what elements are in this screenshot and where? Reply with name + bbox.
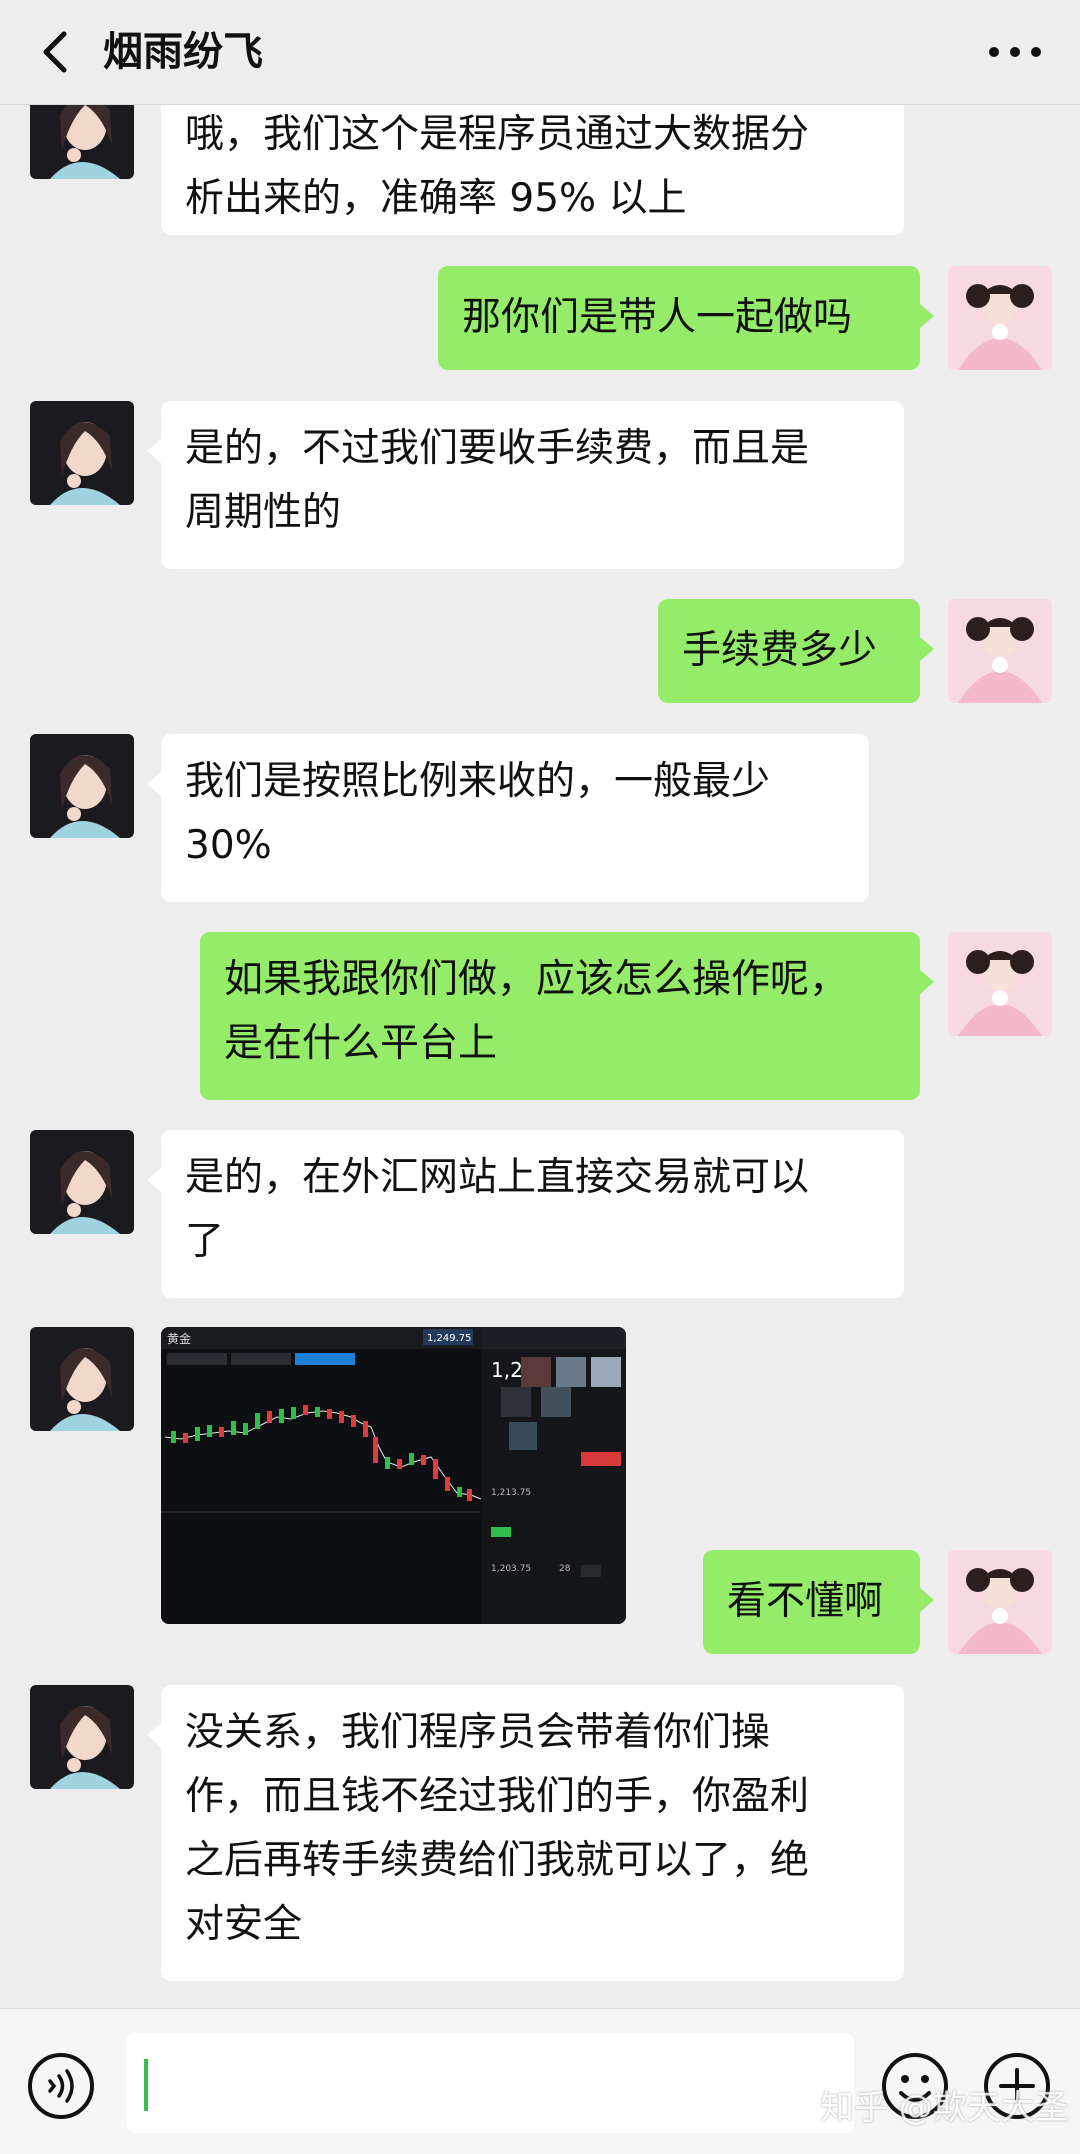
message-line: 哦，我们这个是程序员通过大数据分 — [185, 112, 810, 157]
message-line: 如果我跟你们做，应该怎么操作呢， — [224, 957, 849, 1002]
contact-avatar[interactable] — [30, 734, 134, 838]
svg-text:28: 28 — [559, 1564, 571, 1574]
svg-text:1,249.75: 1,249.75 — [427, 1333, 472, 1344]
more-dots-icon — [989, 47, 1041, 57]
message-bubble[interactable]: 如果我跟你们做，应该怎么操作呢， 是在什么平台上 — [200, 932, 934, 1100]
more-button[interactable] — [980, 22, 1050, 82]
message-line: 没关系，我们程序员会带着你们操 — [185, 1710, 771, 1755]
message-bubble[interactable]: 手续费多少 — [658, 599, 934, 703]
trading-chart-screenshot: 黄金 1,249.75 1,24 1,213.75 1,203.75 28 — [161, 1327, 626, 1624]
message-line: 析出来的，准确率 95% 以上 — [185, 176, 687, 221]
message-bubble[interactable]: 是的，在外汇网站上直接交易就可以 了 — [147, 1130, 904, 1298]
message-line: 作，而且钱不经过我们的手，你盈利 — [185, 1774, 810, 1819]
message-line: 30% — [185, 823, 272, 868]
chat-header: 烟雨纷飞 — [0, 0, 1080, 105]
voice-button[interactable] — [26, 2051, 96, 2121]
message-line: 是在什么平台上 — [224, 1021, 498, 1066]
message-line: 手续费多少 — [682, 628, 878, 673]
svg-text:1,203.75: 1,203.75 — [491, 1564, 531, 1574]
message-line: 是的，在外汇网站上直接交易就可以 — [185, 1155, 810, 1200]
message-line: 我们是按照比例来收的，一般最少 — [185, 759, 771, 804]
message-bubble[interactable]: 那你们是带人一起做吗 — [438, 266, 934, 370]
svg-text:1,213.75: 1,213.75 — [491, 1488, 531, 1498]
message-bubble[interactable]: 看不懂啊 — [703, 1550, 934, 1654]
voice-icon — [28, 2053, 94, 2119]
image-message[interactable]: 黄金 1,249.75 1,24 1,213.75 1,203.75 28 — [161, 1327, 626, 1624]
message-line: 看不懂啊 — [727, 1579, 884, 1624]
message-line: 了 — [185, 1219, 225, 1264]
back-arrow-icon — [43, 31, 67, 73]
message-line: 是的，不过我们要收手续费，而且是 — [185, 426, 810, 471]
message-bubble[interactable]: 没关系，我们程序员会带着你们操 作，而且钱不经过我们的手，你盈利 之后再转手续费… — [147, 1685, 904, 1981]
contact-avatar[interactable] — [30, 1130, 134, 1234]
message-bubble[interactable]: 我们是按照比例来收的，一般最少 30% — [147, 734, 869, 902]
message-bubble[interactable]: 是的，不过我们要收手续费，而且是 周期性的 — [147, 401, 904, 569]
contact-avatar[interactable] — [30, 1327, 134, 1431]
chart-title-text: 黄金 — [167, 1331, 191, 1346]
message-line: 之后再转手续费给们我就可以了，绝 — [185, 1838, 810, 1883]
user-avatar[interactable] — [948, 599, 1052, 703]
message-line: 对安全 — [185, 1902, 303, 1947]
user-avatar[interactable] — [948, 266, 1052, 370]
watermark: 知乎 @欺天大圣 — [820, 2088, 1069, 2128]
contact-avatar[interactable] — [30, 401, 134, 505]
user-avatar[interactable] — [948, 932, 1052, 1036]
message-bubble[interactable]: 哦，我们这个是程序员通过大数据分 析出来的，准确率 95% 以上 — [161, 105, 904, 235]
back-button[interactable] — [28, 24, 84, 80]
message-input[interactable] — [126, 2033, 854, 2133]
message-line: 周期性的 — [185, 490, 342, 535]
message-line: 那你们是带人一起做吗 — [462, 295, 853, 340]
chat-area[interactable]: 哦，我们这个是程序员通过大数据分 析出来的，准确率 95% 以上 那你们是带人一… — [0, 105, 1080, 2005]
contact-avatar[interactable] — [30, 1685, 134, 1789]
contact-avatar[interactable] — [30, 105, 134, 179]
text-cursor — [144, 2059, 148, 2111]
user-avatar[interactable] — [948, 1550, 1052, 1654]
chat-title: 烟雨纷飞 — [103, 29, 263, 75]
